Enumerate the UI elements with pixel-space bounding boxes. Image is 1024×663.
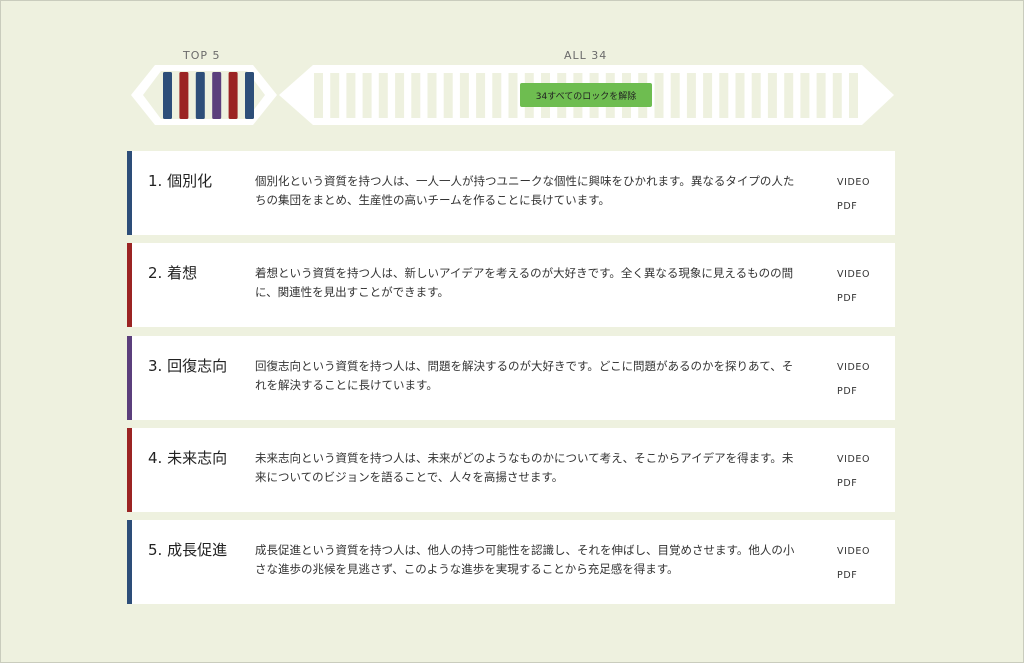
video-link[interactable]: VIDEO	[837, 546, 870, 557]
top5-bar	[179, 72, 189, 119]
locked-bar	[670, 73, 680, 118]
strengths-strip	[131, 65, 894, 125]
locked-bar	[362, 73, 372, 118]
strength-card-2: 2. 着想 着想という資質を持つ人は、新しいアイデアを考えるのが大好きです。全く…	[127, 243, 895, 327]
locked-bar	[654, 73, 664, 118]
locked-bar	[346, 73, 356, 118]
strength-description: 成長促進という資質を持つ人は、他人の持つ可能性を認識し、それを伸ばし、目覚めさせ…	[255, 543, 795, 576]
locked-bar	[849, 73, 858, 118]
strength-card-4: 4. 未来志向 未来志向という資質を持つ人は、未来がどのようなものかについて考え…	[127, 428, 895, 512]
locked-bar	[459, 73, 469, 118]
video-link[interactable]: VIDEO	[837, 454, 870, 465]
top5-bar	[212, 72, 222, 119]
locked-bar	[330, 73, 340, 118]
locked-bar	[411, 73, 421, 118]
unlock-all-button[interactable]: 34すべてのロックを解除	[520, 83, 652, 107]
top5-bar	[228, 72, 238, 119]
locked-bar	[832, 73, 842, 118]
locked-bar	[492, 73, 502, 118]
locked-bar	[816, 73, 826, 118]
pdf-link[interactable]: PDF	[837, 386, 857, 397]
locked-bar	[784, 73, 794, 118]
strength-card-5: 5. 成長促進 成長促進という資質を持つ人は、他人の持つ可能性を認識し、それを伸…	[127, 520, 895, 604]
video-link[interactable]: VIDEO	[837, 269, 870, 280]
locked-bar	[476, 73, 486, 118]
strength-title: 2. 着想	[148, 264, 198, 282]
locked-bar	[703, 73, 713, 118]
strength-description: 回復志向という資質を持つ人は、問題を解決するのが大好きです。どこに問題があるのか…	[255, 359, 794, 392]
strength-card-3: 3. 回復志向 回復志向という資質を持つ人は、問題を解決するのが大好きです。どこ…	[127, 336, 895, 420]
video-link[interactable]: VIDEO	[837, 177, 870, 188]
locked-bar	[508, 73, 518, 118]
locked-bar	[800, 73, 810, 118]
pdf-link[interactable]: PDF	[837, 570, 857, 581]
locked-bar	[767, 73, 777, 118]
strength-description: 着想という資質を持つ人は、新しいアイデアを考えるのが大好きです。全く異なる現象に…	[255, 266, 794, 299]
top5-strip[interactable]	[131, 65, 277, 125]
locked-bar	[427, 73, 437, 118]
strength-title: 3. 回復志向	[148, 357, 228, 375]
locked-bar	[395, 73, 405, 118]
strength-title: 1. 個別化	[148, 172, 213, 190]
locked-bar	[719, 73, 729, 118]
pdf-link[interactable]: PDF	[837, 478, 857, 489]
locked-bar	[686, 73, 696, 118]
locked-bar	[314, 73, 323, 118]
top5-bar	[163, 72, 172, 119]
locked-bar	[378, 73, 388, 118]
pdf-link[interactable]: PDF	[837, 201, 857, 212]
strength-title: 4. 未来志向	[148, 449, 228, 467]
strength-title: 5. 成長促進	[148, 541, 228, 559]
top5-bar	[245, 72, 254, 119]
locked-bar	[751, 73, 761, 118]
pdf-link[interactable]: PDF	[837, 293, 857, 304]
strength-description: 未来志向という資質を持つ人は、未来がどのようなものかについて考え、そこからアイデ…	[255, 451, 794, 484]
strength-card-1: 1. 個別化 個別化という資質を持つ人は、一人一人が持つユニークな個性に興味をひ…	[127, 151, 895, 235]
locked-bar	[443, 73, 453, 118]
strength-description: 個別化という資質を持つ人は、一人一人が持つユニークな個性に興味をひかれます。異な…	[255, 174, 795, 207]
top5-bar	[195, 72, 205, 119]
locked-bar	[735, 73, 745, 118]
video-link[interactable]: VIDEO	[837, 362, 870, 373]
